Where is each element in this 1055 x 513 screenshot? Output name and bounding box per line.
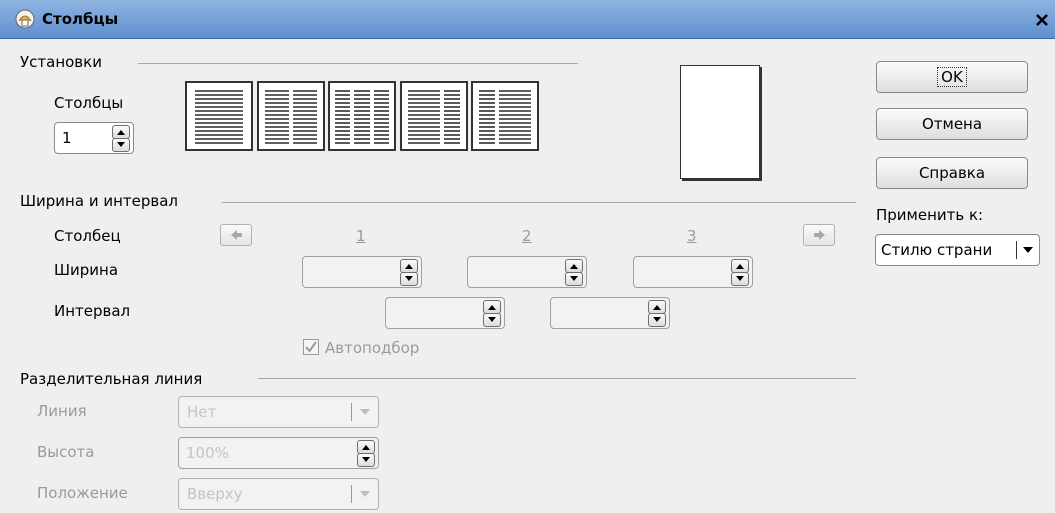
autowidth-checkbox[interactable] [303, 339, 319, 355]
columns-spinbox[interactable]: 1 [54, 122, 134, 154]
spacing-spinbox-2[interactable] [550, 297, 670, 329]
two-columns-icon [265, 90, 317, 144]
height-up-button[interactable] [357, 440, 375, 454]
spacing-label: Интервал [54, 302, 131, 320]
width-2-up-button[interactable] [565, 259, 583, 273]
columns-value: 1 [62, 129, 72, 147]
three-columns-icon [335, 90, 389, 144]
arrow-down-icon [362, 457, 370, 462]
help-button[interactable]: Справка [876, 157, 1028, 189]
combo-divider [1016, 241, 1017, 259]
line-select-value: Нет [187, 403, 217, 421]
width-label: Ширина [54, 261, 119, 279]
position-select-value: Вверху [187, 485, 243, 503]
combo-divider [351, 485, 352, 503]
next-column-button[interactable] [803, 224, 835, 246]
column-number-1: 1 [356, 227, 366, 245]
close-icon[interactable] [1034, 12, 1050, 28]
one-column-icon [195, 90, 243, 144]
spacing-1-down-button[interactable] [483, 313, 501, 327]
column-preset-3[interactable] [328, 81, 396, 151]
window-title: Столбцы [42, 10, 119, 28]
spacing-2-up-button[interactable] [648, 300, 666, 314]
column-preset-4[interactable] [400, 81, 468, 151]
app-icon [15, 9, 35, 29]
arrow-down-icon [488, 317, 496, 322]
column-label: Столбец [54, 227, 121, 245]
column-preset-2[interactable] [257, 81, 325, 151]
spacing-2-down-button[interactable] [648, 313, 666, 327]
prev-column-button[interactable] [220, 224, 252, 246]
two-columns-right-wide-icon [479, 90, 531, 144]
separator-section-label: Разделительная линия [20, 370, 203, 388]
line-select[interactable]: Нет [178, 396, 379, 428]
height-spinbox[interactable]: 100% [178, 437, 379, 469]
arrow-down-icon [736, 276, 744, 281]
arrow-up-icon [570, 264, 578, 269]
width-spinbox-1[interactable] [302, 256, 422, 288]
width-spinbox-2[interactable] [467, 256, 587, 288]
position-select[interactable]: Вверху [178, 478, 379, 510]
columns-dialog: Столбцы Установки Столбцы 1 Ширина и инт… [0, 0, 1055, 513]
chevron-down-icon [360, 409, 370, 415]
arrow-left-icon [231, 230, 242, 240]
position-label: Положение [37, 484, 128, 502]
two-columns-left-wide-icon [408, 90, 460, 144]
columns-down-button[interactable] [112, 138, 130, 152]
width-spacing-section-label: Ширина и интервал [20, 192, 179, 210]
help-button-label: Справка [918, 164, 986, 182]
arrow-right-icon [814, 230, 825, 240]
title-bar: Столбцы [0, 0, 1055, 39]
height-label: Высота [37, 443, 95, 461]
column-preset-5[interactable] [471, 81, 539, 151]
spacing-1-up-button[interactable] [483, 300, 501, 314]
arrow-up-icon [736, 264, 744, 269]
ok-button[interactable]: OK [876, 61, 1028, 93]
separator-line-separator [258, 378, 856, 379]
arrow-up-icon [117, 130, 125, 135]
column-number-2: 2 [522, 227, 532, 245]
settings-separator [138, 63, 578, 64]
apply-to-value: Стилю страни [881, 241, 993, 259]
arrow-up-icon [362, 445, 370, 450]
checkmark-icon [305, 341, 317, 353]
column-preset-1[interactable] [185, 81, 253, 151]
columns-up-button[interactable] [112, 125, 130, 139]
height-down-button[interactable] [357, 453, 375, 467]
combo-divider [351, 403, 352, 421]
autowidth-label: Автоподбор [325, 339, 420, 357]
arrow-down-icon [570, 276, 578, 281]
cancel-button[interactable]: Отмена [876, 108, 1028, 140]
width-3-up-button[interactable] [731, 259, 749, 273]
arrow-up-icon [488, 305, 496, 310]
width-2-down-button[interactable] [565, 272, 583, 286]
spacing-spinbox-1[interactable] [385, 297, 505, 329]
width-3-down-button[interactable] [731, 272, 749, 286]
arrow-up-icon [653, 305, 661, 310]
width-1-down-button[interactable] [400, 272, 418, 286]
line-label: Линия [37, 402, 87, 420]
apply-to-select[interactable]: Стилю страни [875, 234, 1040, 266]
arrow-down-icon [405, 276, 413, 281]
chevron-down-icon [1023, 247, 1033, 253]
arrow-up-icon [405, 264, 413, 269]
page-preview [680, 65, 760, 179]
cancel-button-label: Отмена [921, 115, 983, 133]
width-spinbox-3[interactable] [633, 256, 753, 288]
settings-section-label: Установки [20, 53, 102, 71]
arrow-down-icon [117, 142, 125, 147]
width-1-up-button[interactable] [400, 259, 418, 273]
columns-label: Столбцы [54, 94, 124, 112]
ok-button-label: OK [937, 67, 967, 87]
chevron-down-icon [360, 491, 370, 497]
width-spacing-separator [222, 202, 856, 203]
apply-to-label: Применить к: [876, 206, 984, 224]
column-number-3: 3 [687, 227, 697, 245]
arrow-down-icon [653, 317, 661, 322]
height-value: 100% [186, 444, 229, 462]
